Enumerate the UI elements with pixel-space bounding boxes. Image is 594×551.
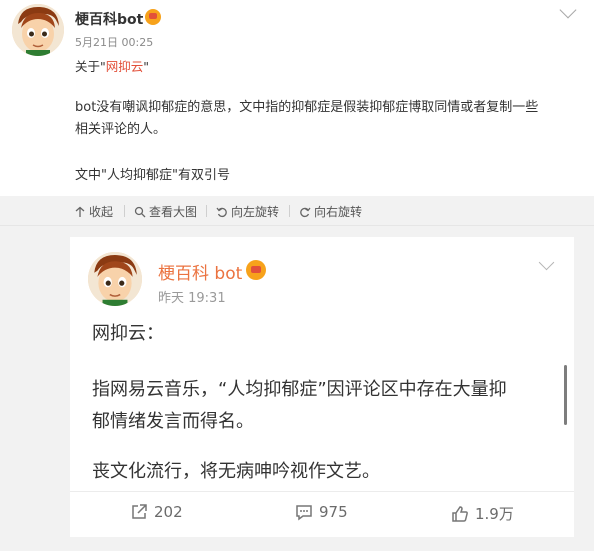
about-suffix: " — [143, 59, 150, 74]
like-icon — [452, 505, 468, 522]
chevron-down-icon — [538, 254, 555, 271]
like-count: 1.9万 — [475, 505, 514, 523]
weibo-page: 梗百科bot 5月21日 00:25 关于"网抑云" bot没有嘲讽抑郁症的意思… — [0, 0, 594, 551]
card-avatar — [88, 252, 142, 306]
card-title: 网抑云： — [92, 323, 164, 344]
share-icon — [132, 504, 147, 519]
post-body-line-2: 相关评论的人。 — [75, 122, 167, 137]
vip-badge-icon — [246, 260, 266, 280]
avatar-cartoon-icon — [12, 4, 64, 56]
like-stat: 1.9万 — [451, 503, 514, 524]
top-post: 梗百科bot 5月21日 00:25 关于"网抑云" bot没有嘲讽抑郁症的意思… — [0, 0, 594, 194]
rotate-right-icon — [300, 207, 311, 217]
view-large-label: 查看大图 — [149, 205, 198, 219]
post-body-line-1: bot没有嘲讽抑郁症的意思，文中指的抑郁症是假装抑郁症博取同情或者复制一些 — [75, 100, 539, 115]
card-timestamp: 昨天 19:31 — [158, 291, 226, 306]
collapse-label: 收起 — [89, 205, 114, 219]
about-line: 关于"网抑云" — [75, 56, 149, 75]
avatar-cartoon-icon — [88, 252, 142, 306]
card-paragraph-line-2: 郁情绪发言而得名。 — [92, 411, 254, 432]
chevron-down-icon[interactable] — [559, 1, 577, 19]
rotate-right-button[interactable]: 向右旋转 — [299, 203, 362, 220]
zoom-icon — [134, 206, 146, 217]
image-action-bar: 收起 查看大图 向左旋转 向右旋转 — [0, 196, 594, 226]
divider — [206, 205, 207, 217]
rotate-left-label: 向左旋转 — [231, 205, 280, 219]
collapse-button[interactable]: 收起 — [74, 203, 113, 220]
about-prefix: 关于" — [75, 59, 106, 74]
comment-count: 975 — [319, 503, 348, 521]
rotate-left-icon — [216, 207, 227, 217]
author-name[interactable]: 梗百科bot — [75, 9, 143, 29]
topic-link[interactable]: 网抑云 — [106, 59, 144, 74]
rotate-left-button[interactable]: 向左旋转 — [216, 203, 279, 220]
collapse-icon — [75, 206, 85, 217]
card-divider — [70, 491, 574, 492]
share-count: 202 — [154, 503, 183, 521]
screenshot-card[interactable]: 梗百科 bot 昨天 19:31 网抑云： 指网易云音乐，“人均抑郁症”因评论区… — [70, 237, 574, 537]
divider — [124, 205, 125, 217]
post-timestamp[interactable]: 5月21日 00:25 — [75, 34, 153, 50]
vip-badge-icon — [145, 9, 161, 25]
card-author-name: 梗百科 bot — [158, 264, 243, 284]
comment-icon — [296, 505, 312, 521]
comment-stat: 975 — [295, 503, 348, 521]
share-stat: 202 — [130, 503, 183, 521]
card-paragraph-line-1: 指网易云音乐，“人均抑郁症”因评论区中存在大量抑 — [92, 379, 507, 400]
avatar[interactable] — [12, 4, 64, 56]
scrollbar — [564, 365, 567, 425]
view-large-button[interactable]: 查看大图 — [134, 203, 197, 220]
divider — [289, 205, 290, 217]
rotate-right-label: 向右旋转 — [314, 205, 363, 219]
post-note: 文中"人均抑郁症"有双引号 — [75, 168, 230, 183]
card-paragraph-2: 丧文化流行，将无病呻吟视作文艺。 — [92, 461, 380, 482]
